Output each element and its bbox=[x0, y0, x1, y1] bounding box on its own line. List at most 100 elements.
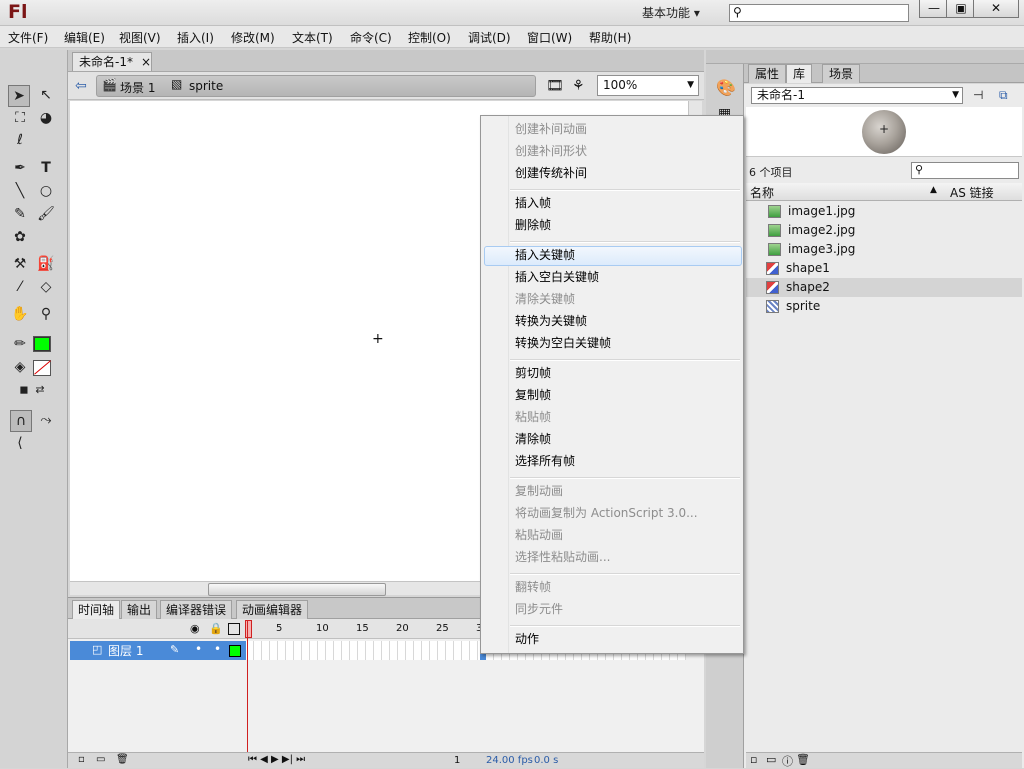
new-folder-icon[interactable]: ▭ bbox=[766, 753, 776, 766]
menu-item-cut-frames[interactable]: 剪切帧 bbox=[515, 364, 551, 382]
menu-item-convert-to-keyframes[interactable]: 转换为关键帧 bbox=[515, 312, 587, 330]
library-item[interactable]: shape1 bbox=[746, 259, 1022, 278]
new-symbol-icon[interactable]: ▫ bbox=[750, 753, 757, 766]
color-panel-icon[interactable]: 🎨 bbox=[716, 78, 736, 97]
menu-insert[interactable]: 插入(I) bbox=[177, 29, 214, 46]
menu-debug[interactable]: 调试(D) bbox=[468, 29, 511, 46]
back-arrow-icon[interactable]: ⇦ bbox=[75, 78, 87, 94]
playback-controls-icon[interactable]: ⏮ ◀ ▶ ▶| ⏭ bbox=[248, 754, 305, 765]
eraser-tool-icon[interactable]: ◇ bbox=[36, 277, 56, 297]
menu-item-create-classic-tween[interactable]: 创建传统补间 bbox=[515, 164, 587, 182]
free-transform-tool-icon[interactable]: ⛶ bbox=[10, 108, 30, 128]
paint-bucket-tool-icon[interactable]: ⛽ bbox=[36, 254, 56, 274]
new-folder-icon[interactable]: ▭ bbox=[96, 754, 105, 765]
deco-tool-icon[interactable]: ✿ bbox=[10, 227, 30, 247]
menu-item-copy-frames[interactable]: 复制帧 bbox=[515, 386, 551, 404]
library-item[interactable]: image3.jpg bbox=[746, 240, 1022, 259]
breadcrumb-symbol[interactable]: sprite bbox=[189, 79, 223, 93]
smooth-icon[interactable]: ⤳ bbox=[36, 410, 56, 430]
zoom-select[interactable]: 100% ▼ bbox=[597, 75, 699, 96]
menu-text[interactable]: 文本(T) bbox=[292, 29, 333, 46]
lasso-tool-icon[interactable]: ℓ bbox=[10, 130, 30, 150]
layer-color-swatch[interactable] bbox=[229, 645, 241, 657]
minimize-button[interactable]: — bbox=[919, 0, 949, 18]
menu-help[interactable]: 帮助(H) bbox=[589, 29, 631, 46]
edit-symbols-icon[interactable]: ⚘ bbox=[572, 78, 585, 94]
menu-item-select-all-frames[interactable]: 选择所有帧 bbox=[515, 452, 575, 470]
menu-modify[interactable]: 修改(M) bbox=[231, 29, 275, 46]
pen-tool-icon[interactable]: ✒ bbox=[10, 158, 30, 178]
col-as-link[interactable]: AS 链接 bbox=[950, 184, 994, 201]
3d-rotation-tool-icon[interactable]: ◕ bbox=[36, 108, 56, 128]
menu-item-insert-keyframe[interactable]: 插入关键帧 bbox=[515, 246, 575, 264]
library-search-input[interactable]: ⚲ bbox=[911, 162, 1019, 179]
scroll-thumb[interactable] bbox=[208, 583, 386, 596]
fill-none-swatch[interactable] bbox=[33, 360, 51, 376]
layer-row[interactable]: ◰ 图层 1 ✎ • • bbox=[70, 641, 246, 660]
tab-timeline[interactable]: 时间轴 bbox=[72, 600, 121, 619]
subselection-tool-icon[interactable]: ↖ bbox=[36, 85, 56, 105]
menu-control[interactable]: 控制(O) bbox=[408, 29, 451, 46]
menu-item-clear-frames[interactable]: 清除帧 bbox=[515, 430, 551, 448]
outline-icon[interactable] bbox=[228, 623, 240, 635]
tab-properties[interactable]: 属性 bbox=[748, 64, 787, 83]
menu-window[interactable]: 窗口(W) bbox=[527, 29, 572, 46]
library-item[interactable]: sprite bbox=[746, 297, 1022, 316]
sort-up-icon[interactable]: ▲ bbox=[930, 185, 937, 195]
menu-file[interactable]: 文件(F) bbox=[8, 29, 48, 46]
tab-compiler-errors[interactable]: 编译器错误 bbox=[160, 600, 233, 619]
scene-icon: 🎬 bbox=[102, 78, 117, 92]
close-tab-icon[interactable]: × bbox=[141, 53, 151, 71]
tab-motion-editor[interactable]: 动画编辑器 bbox=[236, 600, 309, 619]
hand-tool-icon[interactable]: ✋ bbox=[10, 304, 30, 324]
menu-edit[interactable]: 编辑(E) bbox=[64, 29, 105, 46]
line-tool-icon[interactable]: ╲ bbox=[10, 181, 30, 201]
menu-item-actions[interactable]: 动作 bbox=[515, 630, 539, 648]
edit-scene-icon[interactable]: 🎞 bbox=[546, 78, 564, 94]
pencil-tool-icon[interactable]: ✎ bbox=[10, 204, 30, 224]
library-item-selected[interactable]: shape2 bbox=[746, 278, 1022, 297]
maximize-button[interactable]: ▣ bbox=[946, 0, 976, 18]
breadcrumb-scene[interactable]: 场景 1 bbox=[120, 79, 155, 96]
menu-item-convert-to-blank-keyframes[interactable]: 转换为空白关键帧 bbox=[515, 334, 611, 352]
visibility-dot-icon[interactable]: • bbox=[195, 642, 202, 656]
tab-library[interactable]: 库 bbox=[786, 64, 813, 83]
library-item[interactable]: image1.jpg bbox=[746, 202, 1022, 221]
delete-icon[interactable]: 🗑 bbox=[796, 753, 810, 766]
delete-layer-icon[interactable]: 🗑 bbox=[116, 754, 129, 765]
close-window-button[interactable]: ✕ bbox=[973, 0, 1019, 18]
tab-output[interactable]: 输出 bbox=[121, 600, 158, 619]
zoom-tool-icon[interactable]: ⚲ bbox=[36, 304, 56, 324]
new-layer-icon[interactable]: ▫ bbox=[78, 754, 85, 765]
col-name[interactable]: 名称 bbox=[750, 184, 774, 201]
text-tool-icon[interactable]: T bbox=[36, 158, 56, 178]
selection-tool-icon[interactable]: ➤ bbox=[8, 85, 30, 107]
document-tab[interactable]: 未命名-1* × bbox=[72, 52, 152, 71]
snap-to-objects-icon[interactable]: ∩ bbox=[10, 410, 32, 432]
frame-rate[interactable]: 24.00 fps bbox=[486, 755, 533, 766]
tab-scene[interactable]: 场景 bbox=[822, 64, 861, 83]
pin-library-icon[interactable]: ⊣ bbox=[973, 88, 983, 102]
menu-item-insert-frame[interactable]: 插入帧 bbox=[515, 194, 551, 212]
menu-item-insert-blank-keyframe[interactable]: 插入空白关键帧 bbox=[515, 268, 599, 286]
help-search-input[interactable]: ⚲ bbox=[729, 4, 909, 22]
menu-item-remove-frames[interactable]: 删除帧 bbox=[515, 216, 551, 234]
properties-icon[interactable]: ⓘ bbox=[782, 753, 793, 769]
library-document-name: 未命名-1 bbox=[757, 88, 805, 102]
swap-colors-icon[interactable]: ⇄ bbox=[30, 380, 50, 400]
straighten-icon[interactable]: ⟨ bbox=[10, 433, 30, 453]
eye-icon[interactable]: ◉ bbox=[190, 622, 200, 635]
layer-name[interactable]: 图层 1 bbox=[108, 642, 143, 659]
menu-commands[interactable]: 命令(C) bbox=[350, 29, 392, 46]
lock-dot-icon[interactable]: • bbox=[214, 642, 221, 656]
new-library-panel-icon[interactable]: ⧉ bbox=[999, 88, 1008, 103]
brush-tool-icon[interactable]: 🖌 bbox=[36, 204, 56, 224]
eyedropper-tool-icon[interactable]: ⁄ bbox=[10, 277, 30, 297]
library-document-select[interactable]: 未命名-1 ▼ bbox=[751, 87, 963, 104]
menu-view[interactable]: 视图(V) bbox=[119, 29, 161, 46]
library-item[interactable]: image2.jpg bbox=[746, 221, 1022, 240]
oval-tool-icon[interactable]: ○ bbox=[36, 181, 56, 201]
workspace-switcher[interactable]: 基本功能 ▾ bbox=[642, 4, 700, 21]
bone-tool-icon[interactable]: ⚒ bbox=[10, 254, 30, 274]
lock-icon[interactable]: 🔒 bbox=[209, 622, 223, 635]
